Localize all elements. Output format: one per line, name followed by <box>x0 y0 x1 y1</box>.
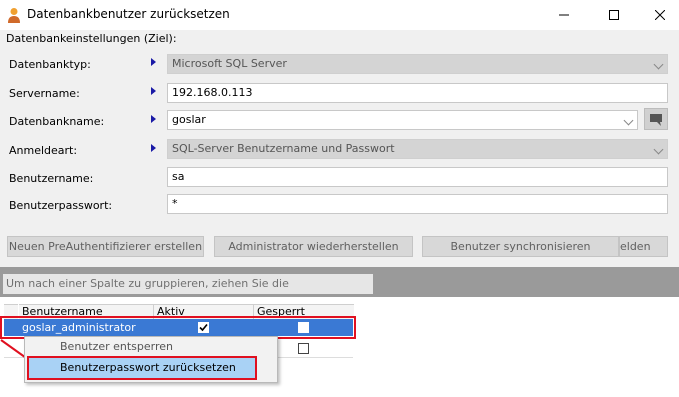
db-type-select[interactable]: Microsoft SQL Server <box>167 54 668 74</box>
chevron-down-icon <box>653 144 664 155</box>
title-bar: Datenbankbenutzer zurücksetzen <box>0 0 679 30</box>
auth-type-select[interactable]: SQL-Server Benutzername und Passwort <box>167 139 668 159</box>
username-label: Benutzername: <box>9 172 94 185</box>
password-value: * <box>172 197 178 210</box>
new-preauth-button[interactable]: Neuen PreAuthentifizierer erstellen <box>7 236 204 257</box>
maximize-icon <box>609 10 619 20</box>
arrow-right-icon <box>151 87 156 95</box>
db-name-select[interactable]: goslar <box>167 110 638 130</box>
group-hint: Um nach einer Spalte zu gruppieren, zieh… <box>3 274 373 310</box>
db-name-value: goslar <box>172 113 206 126</box>
password-label: Benutzerpasswort: <box>9 199 113 212</box>
close-button[interactable] <box>637 0 679 30</box>
menu-item-unlock-user[interactable]: Benutzer entsperren <box>60 337 173 357</box>
sync-users-button[interactable]: Benutzer synchronisieren <box>422 236 619 257</box>
server-name-label: Servername: <box>9 87 80 100</box>
arrow-right-icon <box>151 144 156 152</box>
server-name-value: 192.168.0.113 <box>172 86 253 99</box>
restore-admin-button[interactable]: Administrator wiederherstellen <box>214 236 413 257</box>
password-input[interactable]: * <box>167 194 668 214</box>
db-type-value: Microsoft SQL Server <box>172 57 287 70</box>
chevron-down-icon <box>623 115 634 126</box>
minimize-icon <box>559 14 569 16</box>
locked-checkbox[interactable] <box>298 343 309 354</box>
app-user-icon <box>8 8 20 23</box>
username-input[interactable]: sa <box>167 167 668 187</box>
close-icon <box>655 10 665 20</box>
username-value: sa <box>172 170 185 183</box>
settings-group-label: Datenbankeinstellungen (Ziel): <box>6 32 177 45</box>
partial-button[interactable]: elden <box>619 236 668 257</box>
arrow-right-icon <box>151 115 156 123</box>
auth-type-value: SQL-Server Benutzername und Passwort <box>172 142 395 155</box>
highlight-menu-item <box>27 356 257 380</box>
server-name-input[interactable]: 192.168.0.113 <box>167 83 668 103</box>
maximize-button[interactable] <box>591 0 637 30</box>
arrow-right-icon <box>151 58 156 66</box>
db-browse-button[interactable] <box>644 108 668 130</box>
window-title: Datenbankbenutzer zurücksetzen <box>27 7 230 21</box>
db-type-label: Datenbanktyp: <box>9 58 91 71</box>
db-name-label: Datenbankname: <box>9 115 105 128</box>
auth-type-label: Anmeldeart: <box>9 144 78 157</box>
chevron-down-icon <box>653 59 664 70</box>
comment-icon <box>650 114 662 126</box>
minimize-button[interactable] <box>541 0 587 30</box>
